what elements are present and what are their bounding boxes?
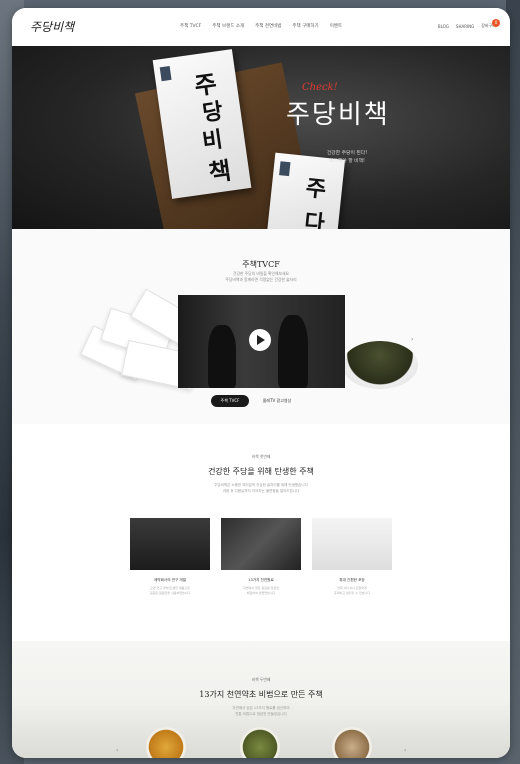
section-label: 비책 두번째 xyxy=(251,677,271,682)
nav-item-tvcf[interactable]: 주책 TVCF xyxy=(180,23,201,29)
browser-frame: 주당비책 주책 TVCF 주책 브랜드 소개 주책 천연비법 주책 구매하기 이… xyxy=(12,8,510,758)
hero-title: 주당비책 xyxy=(286,100,390,130)
nav-item-natural[interactable]: 주책 천연비법 xyxy=(255,23,281,29)
feature-card: 휴대 간편한 포장 언제 어디서나 간편하게 휴대하고 섭취할 수 있습니다 xyxy=(312,518,392,596)
chevron-right-icon[interactable]: › xyxy=(411,336,413,343)
tvcf-subtitle: 건강한 주당의 비밀을 확인해보세요 주당비책과 함께라면 걱정없는 건강한 술… xyxy=(12,271,510,283)
card-image xyxy=(221,518,301,570)
cart-count-badge: 0 xyxy=(492,19,500,27)
box-char: 다 xyxy=(302,209,326,229)
hero-subtitle: 건강한 주당이 된다! 체크해야 할 비책! xyxy=(312,150,382,166)
section-desc: 주당비책은 소중한 여러분의 건강한 술자리를 위해 탄생했습니다 과음 후 다… xyxy=(12,482,510,494)
card-title: 제약회사의 연구 개발 xyxy=(153,578,187,582)
card-desc: 언제 어디서나 간편하게 휴대하고 섭취할 수 있습니다 xyxy=(312,586,392,596)
section-title: 건강한 주당을 위해 탄생한 주책 xyxy=(208,467,314,476)
chevron-right-icon[interactable]: › xyxy=(404,747,406,754)
card-title: 13가지 천연원료 xyxy=(248,578,274,582)
tab-olleh-tv[interactable]: 올레TV 광고영상 xyxy=(255,395,299,407)
nav-item-event[interactable]: 이벤트 xyxy=(330,23,342,29)
main-nav: 주책 TVCF 주책 브랜드 소개 주책 천연비법 주책 구매하기 이벤트 xyxy=(180,23,342,29)
hero-banner: 주 당 비 책 주 다 Check! 주당비책 건강한 주당이 된다! 체크해야… xyxy=(12,46,510,229)
card-desc-line: 검증된 원료만을 사용하였습니다 xyxy=(149,591,191,595)
box-label-tag xyxy=(279,161,291,177)
feature-card: 13가지 천연원료 자연에서 얻은 원료를 정성껏 배합하여 만들었습니다 xyxy=(221,518,301,596)
tvcf-title: 주책TVCF xyxy=(242,260,280,269)
feature-card: 제약회사의 연구 개발 오랜 연구 끝에 탄생한 제품으로 검증된 원료만을 사… xyxy=(130,518,210,596)
box-label-tag xyxy=(159,65,172,82)
section-desc-line: 전통 비법으로 정성껏 만들었습니다 xyxy=(235,712,287,716)
hero-check-text: Check! xyxy=(302,82,338,93)
section-title: 13가지 천연약초 비법으로 만든 주책 xyxy=(199,690,323,699)
brand-section: 비책 첫번째 건강한 주당을 위해 탄생한 주책 주당비책은 소중한 여러분의 … xyxy=(12,424,510,641)
tvcf-section: 주책TVCF 건강한 주당의 비밀을 확인해보세요 주당비책과 함께라면 걱정없… xyxy=(12,229,510,424)
box-char: 책 xyxy=(206,155,233,188)
card-title: 휴대 간편한 포장 xyxy=(339,578,365,582)
site-header: 주당비책 주책 TVCF 주책 브랜드 소개 주책 천연비법 주책 구매하기 이… xyxy=(12,8,510,47)
util-sharing-link[interactable]: SHARING xyxy=(456,24,474,29)
utility-links: BLOG SHARING 장바구니 xyxy=(438,23,496,29)
section-desc-line: 과음 후 다음날까지 이어지는 불편함을 덜어드립니다 xyxy=(222,489,300,493)
card-image xyxy=(312,518,392,570)
nav-item-buy[interactable]: 주책 구매하기 xyxy=(292,23,318,29)
card-desc-line: 배합하여 만들었습니다 xyxy=(246,591,276,595)
card-image xyxy=(130,518,210,570)
hero-subtitle-line: 건강한 주당이 된다! xyxy=(326,151,368,156)
herb-bowl-image xyxy=(342,341,418,389)
play-icon[interactable] xyxy=(249,329,271,351)
card-desc: 자연에서 얻은 원료를 정성껏 배합하여 만들었습니다 xyxy=(221,586,301,596)
util-blog-link[interactable]: BLOG xyxy=(438,24,449,29)
chevron-left-icon[interactable]: ‹ xyxy=(116,747,118,754)
site-logo[interactable]: 주당비책 xyxy=(30,18,74,35)
box-char: 주 xyxy=(304,175,328,204)
tab-tvcf[interactable]: 주책 TVCF xyxy=(211,395,249,407)
tvcf-subtitle-line: 주당비책과 함께라면 걱정없는 건강한 술자리 xyxy=(225,277,297,282)
card-desc: 오랜 연구 끝에 탄생한 제품으로 검증된 원료만을 사용하였습니다 xyxy=(130,586,210,596)
card-desc-line: 휴대하고 섭취할 수 있습니다 xyxy=(334,591,370,595)
nav-item-brand[interactable]: 주책 브랜드 소개 xyxy=(212,23,244,29)
tvcf-video-player[interactable] xyxy=(178,295,345,388)
herb-section: 비책 두번째 13가지 천연약초 비법으로 만든 주책 자연에서 얻은 13가지… xyxy=(12,641,510,758)
section-label: 비책 첫번째 xyxy=(251,454,271,459)
hero-subtitle-line: 체크해야 할 비책! xyxy=(329,159,365,164)
section-desc: 자연에서 얻은 13가지 원료를 엄선하여 전통 비법으로 정성껏 만들었습니다 xyxy=(12,705,510,717)
